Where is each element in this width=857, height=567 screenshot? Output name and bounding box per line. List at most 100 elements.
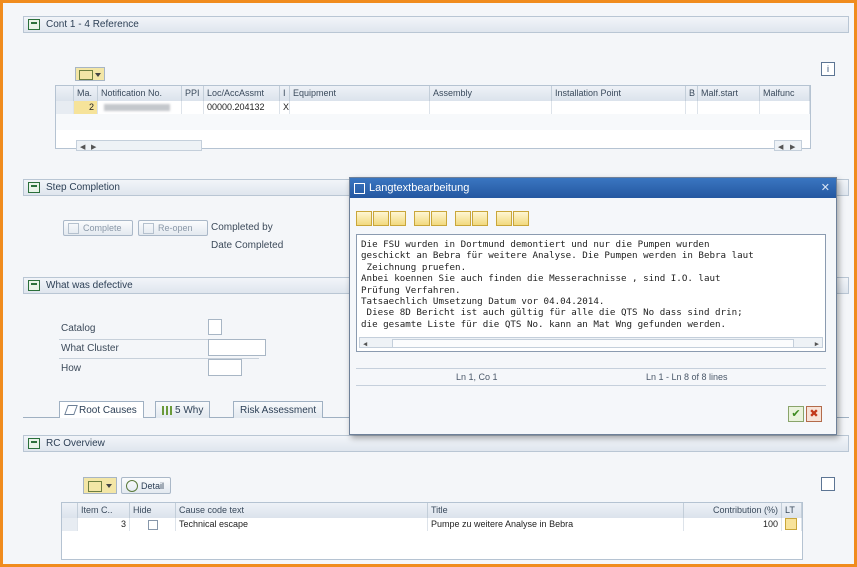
cell-hide[interactable] xyxy=(130,518,176,531)
table-layout-icon xyxy=(79,70,93,80)
select-all-icon[interactable] xyxy=(62,503,78,518)
section-collapse-icon[interactable] xyxy=(28,280,40,291)
arrow-left-icon[interactable]: ◀ xyxy=(778,143,783,151)
col-header-installation[interactable]: Installation Point xyxy=(552,86,686,101)
hide-checkbox[interactable] xyxy=(148,520,158,530)
detail-icon xyxy=(126,479,138,492)
long-text-icon[interactable] xyxy=(785,518,797,530)
find-icon[interactable] xyxy=(455,210,471,226)
col-header-i[interactable]: I xyxy=(280,86,290,101)
cell-ma[interactable]: 2 xyxy=(74,101,98,114)
catalog-input[interactable] xyxy=(208,319,222,335)
arrow-right-icon[interactable]: ▶ xyxy=(91,143,96,151)
long-text-editor[interactable]: Die FSU wurden in Dortmund demontiert un… xyxy=(356,234,826,352)
detail-button[interactable]: Detail xyxy=(121,477,171,494)
cell-equipment[interactable] xyxy=(290,101,430,114)
rc-overview-title: RC Overview xyxy=(46,438,105,449)
cell-b[interactable] xyxy=(686,101,698,114)
tab-5-why[interactable]: 5 Why xyxy=(155,401,211,418)
redo-icon[interactable] xyxy=(431,210,447,226)
what-defective-title: What was defective xyxy=(46,280,133,291)
cancel-icon[interactable]: ✖ xyxy=(806,406,822,422)
col-header-loc[interactable]: Loc/AccAssmt xyxy=(204,86,280,101)
row-selector[interactable] xyxy=(62,518,78,531)
col-header-ma[interactable]: Ma. xyxy=(74,86,98,101)
close-icon[interactable]: ✕ xyxy=(821,181,830,194)
text-line: Die FSU wurden in Dortmund demontiert un… xyxy=(361,239,710,250)
layout-menu-button[interactable] xyxy=(75,67,105,81)
tab-risk-assessment[interactable]: Risk Assessment xyxy=(233,401,324,418)
find-next-icon[interactable] xyxy=(472,210,488,226)
cell-cause[interactable]: Technical escape xyxy=(176,518,428,531)
arrow-left-icon[interactable]: ◀ xyxy=(363,339,367,350)
col-header-item[interactable]: Item C.. xyxy=(78,503,130,518)
col-header-malfunc[interactable]: Malfunc xyxy=(760,86,810,101)
col-header-title[interactable]: Title xyxy=(428,503,684,518)
dialog-title-bar[interactable]: Langtextbearbeitung ✕ xyxy=(350,178,836,198)
export-icon[interactable] xyxy=(513,210,529,226)
cell-item[interactable]: 3 xyxy=(78,518,130,531)
tab-root-causes[interactable]: Root Causes xyxy=(59,401,144,418)
reference-section-header[interactable]: Cont 1 - 4 Reference xyxy=(23,16,849,33)
undo-icon[interactable] xyxy=(414,210,430,226)
line-info: Ln 1 - Ln 8 of 8 lines xyxy=(646,372,728,382)
col-header-lt[interactable]: LT xyxy=(782,503,802,518)
h-scrollbar-left[interactable]: ◀ ▶ xyxy=(76,140,202,151)
cell-lt[interactable] xyxy=(782,518,802,531)
import-icon[interactable] xyxy=(496,210,512,226)
arrow-left-icon[interactable]: ◀ xyxy=(80,143,85,151)
col-header-assembly[interactable]: Assembly xyxy=(430,86,552,101)
col-header-hide[interactable]: Hide xyxy=(130,503,176,518)
scrollbar-thumb[interactable] xyxy=(392,339,794,348)
select-all-icon[interactable] xyxy=(56,86,74,101)
rc-overview-header[interactable]: RC Overview xyxy=(23,435,849,452)
text-line: Tatsaechlich Umsetzung Datum vor 04.04.2… xyxy=(361,296,605,308)
cell-title[interactable]: Pumpe zu weitere Analyse in Bebra xyxy=(428,518,684,531)
row-selector[interactable] xyxy=(56,101,74,114)
confirm-icon[interactable]: ✔ xyxy=(788,406,804,422)
complete-button[interactable]: Complete xyxy=(63,220,133,236)
reference-section-title: Cont 1 - 4 Reference xyxy=(46,19,139,30)
cell-assembly[interactable] xyxy=(430,101,552,114)
info-icon[interactable]: i xyxy=(821,62,835,76)
how-input[interactable] xyxy=(208,359,242,376)
dialog-icon xyxy=(354,182,365,194)
cell-notification[interactable] xyxy=(98,101,182,114)
section-collapse-icon[interactable] xyxy=(28,19,40,30)
what-cluster-input[interactable] xyxy=(208,339,266,356)
text-line: die gesamte Liste für die QTS No. kann a… xyxy=(361,318,727,330)
complete-label: Complete xyxy=(83,223,122,233)
copy-icon[interactable] xyxy=(373,210,389,226)
completed-by-label: Completed by xyxy=(211,222,273,233)
cell-contribution[interactable]: 100 xyxy=(684,518,782,531)
arrow-right-icon[interactable]: ▶ xyxy=(815,339,819,350)
cell-i[interactable]: X xyxy=(280,101,290,114)
col-header-equipment[interactable]: Equipment xyxy=(290,86,430,101)
h-scrollbar-right[interactable]: ◀ ▶ xyxy=(774,140,802,151)
reopen-button[interactable]: Re-open xyxy=(138,220,208,236)
editor-h-scrollbar[interactable]: ◀ ▶ xyxy=(359,337,823,348)
cell-loc[interactable]: 00000.204132 xyxy=(204,101,280,114)
reopen-icon xyxy=(143,222,154,234)
pencil-icon xyxy=(64,405,78,415)
cell-malfunc[interactable] xyxy=(760,101,810,114)
cell-malf-start[interactable] xyxy=(698,101,760,114)
arrow-right-icon[interactable]: ▶ xyxy=(790,143,795,151)
rc-info-icon[interactable] xyxy=(821,477,835,491)
paste-icon[interactable] xyxy=(390,210,406,226)
text-line: Zeichnung pruefen. xyxy=(361,261,467,273)
tab-5-why-label: 5 Why xyxy=(175,404,204,416)
cut-icon[interactable] xyxy=(356,210,372,226)
col-header-notification[interactable]: Notification No. xyxy=(98,86,182,101)
col-header-b[interactable]: B xyxy=(686,86,698,101)
col-header-contribution[interactable]: Contribution (%) xyxy=(684,503,782,518)
col-header-malf-start[interactable]: Malf.start xyxy=(698,86,760,101)
section-collapse-icon[interactable] xyxy=(28,438,40,449)
section-collapse-icon[interactable] xyxy=(28,182,40,193)
what-cluster-label: What Cluster xyxy=(61,343,119,354)
rc-layout-menu-button[interactable] xyxy=(83,477,117,494)
cell-ppi[interactable] xyxy=(182,101,204,114)
cell-installation[interactable] xyxy=(552,101,686,114)
col-header-cause[interactable]: Cause code text xyxy=(176,503,428,518)
col-header-ppi[interactable]: PPI xyxy=(182,86,204,101)
